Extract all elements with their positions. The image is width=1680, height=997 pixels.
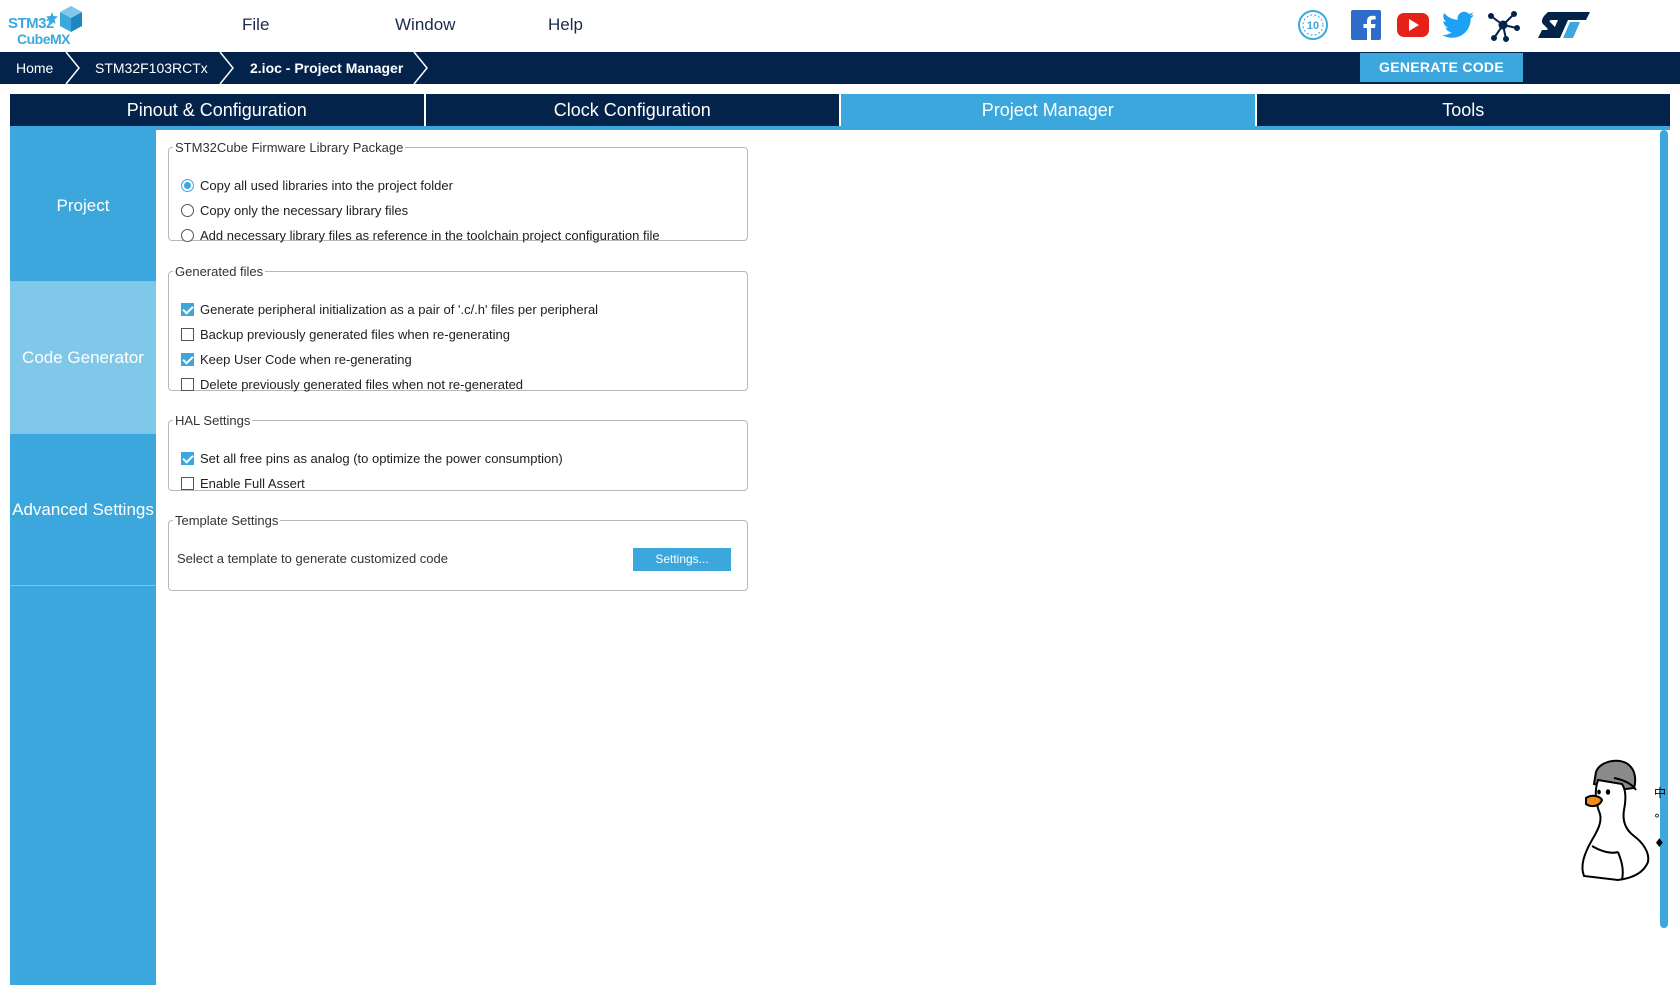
checkbox-checked-icon[interactable] bbox=[181, 352, 194, 366]
chevron-right-icon bbox=[219, 52, 234, 84]
option-label: Copy all used libraries into the project… bbox=[200, 177, 453, 193]
network-icon[interactable] bbox=[1486, 8, 1520, 42]
radio-selected-icon[interactable] bbox=[181, 178, 194, 192]
option-label: Generate peripheral initialization as a … bbox=[200, 301, 599, 317]
checkbox-backup-generated[interactable]: Backup previously generated files when r… bbox=[181, 324, 510, 344]
chevron-right-icon bbox=[413, 52, 428, 84]
scrollbar-thumb[interactable] bbox=[1660, 130, 1668, 928]
radio-copy-all-libraries[interactable]: Copy all used libraries into the project… bbox=[181, 175, 453, 195]
option-label: Enable Full Assert bbox=[200, 475, 305, 491]
top-menubar: STM32 CubeMX File Window Help 10 bbox=[0, 0, 1680, 52]
option-label: Add necessary library files as reference… bbox=[200, 227, 660, 243]
star-icon bbox=[46, 12, 58, 24]
option-label: Keep User Code when re-generating bbox=[200, 351, 412, 367]
facebook-icon[interactable] bbox=[1349, 8, 1383, 42]
side-glyph-3: ♦ bbox=[1654, 836, 1665, 850]
checkbox-peripheral-init-pair[interactable]: Generate peripheral initialization as a … bbox=[181, 299, 598, 319]
option-label: Set all free pins as analog (to optimize… bbox=[200, 450, 563, 466]
generate-code-button[interactable]: GENERATE CODE bbox=[1360, 53, 1523, 82]
firmware-library-legend: STM32Cube Firmware Library Package bbox=[175, 140, 404, 155]
menu-help[interactable]: Help bbox=[548, 15, 583, 35]
generated-files-group: Generated files Generate peripheral init… bbox=[168, 264, 748, 394]
template-description: Select a template to generate customized… bbox=[177, 551, 448, 566]
radio-unselected-icon[interactable] bbox=[181, 228, 194, 242]
checkbox-enable-full-assert[interactable]: Enable Full Assert bbox=[181, 473, 305, 493]
radio-unselected-icon[interactable] bbox=[181, 203, 194, 217]
menu-file[interactable]: File bbox=[242, 15, 269, 35]
sidenav-item-code-generator[interactable]: Code Generator bbox=[10, 282, 156, 434]
template-settings-group: Template Settings Select a template to g… bbox=[168, 513, 748, 591]
goose-mascot-icon[interactable] bbox=[1578, 758, 1658, 884]
tab-project-manager[interactable]: Project Manager bbox=[841, 94, 1257, 126]
checkbox-unchecked-icon[interactable] bbox=[181, 476, 194, 490]
option-label: Copy only the necessary library files bbox=[200, 202, 409, 218]
tab-pinout-configuration[interactable]: Pinout & Configuration bbox=[10, 94, 426, 126]
checkbox-unchecked-icon[interactable] bbox=[181, 327, 194, 341]
checkbox-free-pins-analog[interactable]: Set all free pins as analog (to optimize… bbox=[181, 448, 563, 468]
main-tabs: Pinout & Configuration Clock Configurati… bbox=[10, 94, 1670, 126]
template-settings-button[interactable]: Settings... bbox=[633, 548, 731, 571]
hal-settings-legend: HAL Settings bbox=[175, 413, 251, 428]
svg-text:10: 10 bbox=[1307, 20, 1319, 32]
generated-files-legend: Generated files bbox=[175, 264, 264, 279]
tab-tools[interactable]: Tools bbox=[1256, 94, 1670, 126]
youtube-icon[interactable] bbox=[1396, 8, 1430, 42]
chevron-right-icon bbox=[65, 52, 80, 84]
radio-copy-necessary-files[interactable]: Copy only the necessary library files bbox=[181, 200, 408, 220]
radio-add-as-reference[interactable]: Add necessary library files as reference… bbox=[181, 225, 660, 245]
option-label: Backup previously generated files when r… bbox=[200, 326, 511, 342]
sidenav-item-advanced-settings[interactable]: Advanced Settings bbox=[10, 434, 156, 586]
sidenav-item-project[interactable]: Project bbox=[10, 130, 156, 282]
firmware-library-group: STM32Cube Firmware Library Package Copy … bbox=[168, 140, 748, 243]
anniversary-badge-icon[interactable]: 10 bbox=[1296, 8, 1330, 42]
checkbox-checked-icon[interactable] bbox=[181, 302, 194, 316]
hal-settings-group: HAL Settings Set all free pins as analog… bbox=[168, 413, 748, 491]
tab-clock-configuration[interactable]: Clock Configuration bbox=[425, 94, 841, 126]
side-glyph-2: ° bbox=[1654, 812, 1660, 826]
checkbox-checked-icon[interactable] bbox=[181, 451, 194, 465]
template-settings-legend: Template Settings bbox=[175, 513, 279, 528]
stm32cubemx-logo: STM32 CubeMX bbox=[6, 4, 86, 48]
side-glyph-1: 中 bbox=[1654, 786, 1667, 800]
menu-window[interactable]: Window bbox=[395, 15, 455, 35]
twitter-icon[interactable] bbox=[1441, 8, 1475, 42]
checkbox-unchecked-icon[interactable] bbox=[181, 377, 194, 391]
project-manager-sidenav: Project Code Generator Advanced Settings bbox=[10, 130, 156, 985]
st-logo-icon[interactable] bbox=[1536, 8, 1592, 42]
breadcrumb-project[interactable]: 2.ioc - Project Manager bbox=[250, 52, 403, 84]
option-label: Delete previously generated files when n… bbox=[200, 376, 524, 392]
cube-icon bbox=[60, 6, 82, 32]
breadcrumb-device[interactable]: STM32F103RCTx bbox=[95, 52, 208, 84]
checkbox-keep-user-code[interactable]: Keep User Code when re-generating bbox=[181, 349, 412, 369]
checkbox-delete-generated[interactable]: Delete previously generated files when n… bbox=[181, 374, 523, 394]
breadcrumb-home[interactable]: Home bbox=[16, 52, 53, 84]
